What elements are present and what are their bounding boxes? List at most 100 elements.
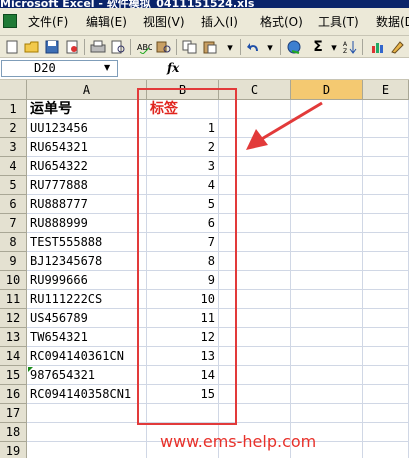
empty-cell[interactable]: [27, 404, 147, 423]
empty-cell[interactable]: [363, 309, 409, 328]
row-header[interactable]: 1: [0, 100, 27, 119]
waybill-cell[interactable]: RC094140361CN: [27, 347, 147, 366]
empty-cell[interactable]: [363, 195, 409, 214]
header-cell-label[interactable]: 标签: [147, 100, 219, 119]
menu-view[interactable]: 视图(V): [143, 13, 185, 30]
name-box-dropdown-icon[interactable]: ▼: [104, 63, 110, 72]
waybill-cell[interactable]: TW654321: [27, 328, 147, 347]
empty-cell[interactable]: [291, 271, 363, 290]
empty-cell[interactable]: [363, 423, 409, 442]
waybill-cell[interactable]: RC094140358CN1: [27, 385, 147, 404]
row-header[interactable]: 14: [0, 347, 27, 366]
waybill-cell[interactable]: US456789: [27, 309, 147, 328]
waybill-cell[interactable]: RU888777: [27, 195, 147, 214]
paste-dropdown-icon[interactable]: ▾: [222, 39, 238, 55]
new-icon[interactable]: [4, 39, 20, 55]
empty-cell[interactable]: [363, 176, 409, 195]
empty-cell[interactable]: [219, 404, 291, 423]
empty-cell[interactable]: [363, 347, 409, 366]
waybill-cell[interactable]: BJ12345678: [27, 252, 147, 271]
empty-cell[interactable]: [219, 252, 291, 271]
empty-cell[interactable]: [291, 404, 363, 423]
permission-icon[interactable]: [64, 39, 80, 55]
row-header[interactable]: 5: [0, 176, 27, 195]
empty-cell[interactable]: [291, 328, 363, 347]
row-header[interactable]: 17: [0, 404, 27, 423]
header-cell-waybill[interactable]: 运单号: [27, 100, 147, 119]
empty-cell[interactable]: [291, 366, 363, 385]
row-header[interactable]: 2: [0, 119, 27, 138]
label-cell[interactable]: 1: [147, 119, 219, 138]
empty-cell[interactable]: [219, 328, 291, 347]
empty-cell[interactable]: [291, 347, 363, 366]
empty-cell[interactable]: [219, 366, 291, 385]
empty-cell[interactable]: [363, 404, 409, 423]
empty-cell[interactable]: [363, 252, 409, 271]
empty-cell[interactable]: [363, 271, 409, 290]
menu-file[interactable]: 文件(F): [28, 13, 68, 30]
select-all-corner[interactable]: [0, 80, 27, 100]
undo-dropdown-icon[interactable]: ▾: [262, 39, 278, 55]
label-cell[interactable]: 11: [147, 309, 219, 328]
copy-icon[interactable]: [182, 39, 198, 55]
name-box[interactable]: D20: [1, 60, 118, 77]
column-header-b[interactable]: B: [147, 80, 219, 100]
menu-edit[interactable]: 编辑(E): [86, 13, 127, 30]
empty-cell[interactable]: [363, 366, 409, 385]
row-header[interactable]: 18: [0, 423, 27, 442]
hyperlink-icon[interactable]: [287, 39, 303, 55]
undo-icon[interactable]: [246, 39, 262, 55]
waybill-cell[interactable]: RU654321: [27, 138, 147, 157]
label-cell[interactable]: 3: [147, 157, 219, 176]
empty-cell[interactable]: [363, 214, 409, 233]
empty-cell[interactable]: [291, 385, 363, 404]
waybill-cell[interactable]: RU999666: [27, 271, 147, 290]
label-cell[interactable]: 14: [147, 366, 219, 385]
label-cell[interactable]: 4: [147, 176, 219, 195]
label-cell[interactable]: 15: [147, 385, 219, 404]
empty-cell[interactable]: [27, 423, 147, 442]
empty-cell[interactable]: [363, 100, 409, 119]
label-cell[interactable]: 5: [147, 195, 219, 214]
row-header[interactable]: 13: [0, 328, 27, 347]
waybill-cell[interactable]: RU888999: [27, 214, 147, 233]
row-header[interactable]: 15: [0, 366, 27, 385]
empty-cell[interactable]: [219, 157, 291, 176]
empty-cell[interactable]: [363, 442, 409, 458]
print-preview-icon[interactable]: [110, 39, 126, 55]
empty-cell[interactable]: [363, 328, 409, 347]
empty-cell[interactable]: [147, 404, 219, 423]
label-cell[interactable]: 13: [147, 347, 219, 366]
research-icon[interactable]: [156, 39, 172, 55]
empty-cell[interactable]: [363, 290, 409, 309]
empty-cell[interactable]: [291, 176, 363, 195]
empty-cell[interactable]: [27, 442, 147, 458]
waybill-cell[interactable]: 987654321: [27, 366, 147, 385]
empty-cell[interactable]: [291, 252, 363, 271]
menu-data[interactable]: 数据(D): [376, 13, 409, 30]
sort-icon[interactable]: AZ: [342, 39, 358, 55]
empty-cell[interactable]: [291, 195, 363, 214]
menu-tools[interactable]: 工具(T): [318, 13, 359, 30]
empty-cell[interactable]: [219, 385, 291, 404]
label-cell[interactable]: 6: [147, 214, 219, 233]
label-cell[interactable]: 7: [147, 233, 219, 252]
row-header[interactable]: 19: [0, 442, 27, 458]
waybill-cell[interactable]: TEST555888: [27, 233, 147, 252]
drawing-icon[interactable]: [390, 39, 406, 55]
column-header-e[interactable]: E: [363, 80, 409, 100]
label-cell[interactable]: 9: [147, 271, 219, 290]
spellcheck-icon[interactable]: ABC: [136, 39, 152, 55]
label-cell[interactable]: 2: [147, 138, 219, 157]
waybill-cell[interactable]: UU123456: [27, 119, 147, 138]
column-header-a[interactable]: A: [27, 80, 147, 100]
empty-cell[interactable]: [363, 385, 409, 404]
waybill-cell[interactable]: RU111222CS: [27, 290, 147, 309]
empty-cell[interactable]: [291, 233, 363, 252]
waybill-cell[interactable]: RU654322: [27, 157, 147, 176]
empty-cell[interactable]: [219, 309, 291, 328]
row-header[interactable]: 11: [0, 290, 27, 309]
empty-cell[interactable]: [219, 176, 291, 195]
autosum-icon[interactable]: Σ: [310, 39, 326, 55]
row-header[interactable]: 16: [0, 385, 27, 404]
